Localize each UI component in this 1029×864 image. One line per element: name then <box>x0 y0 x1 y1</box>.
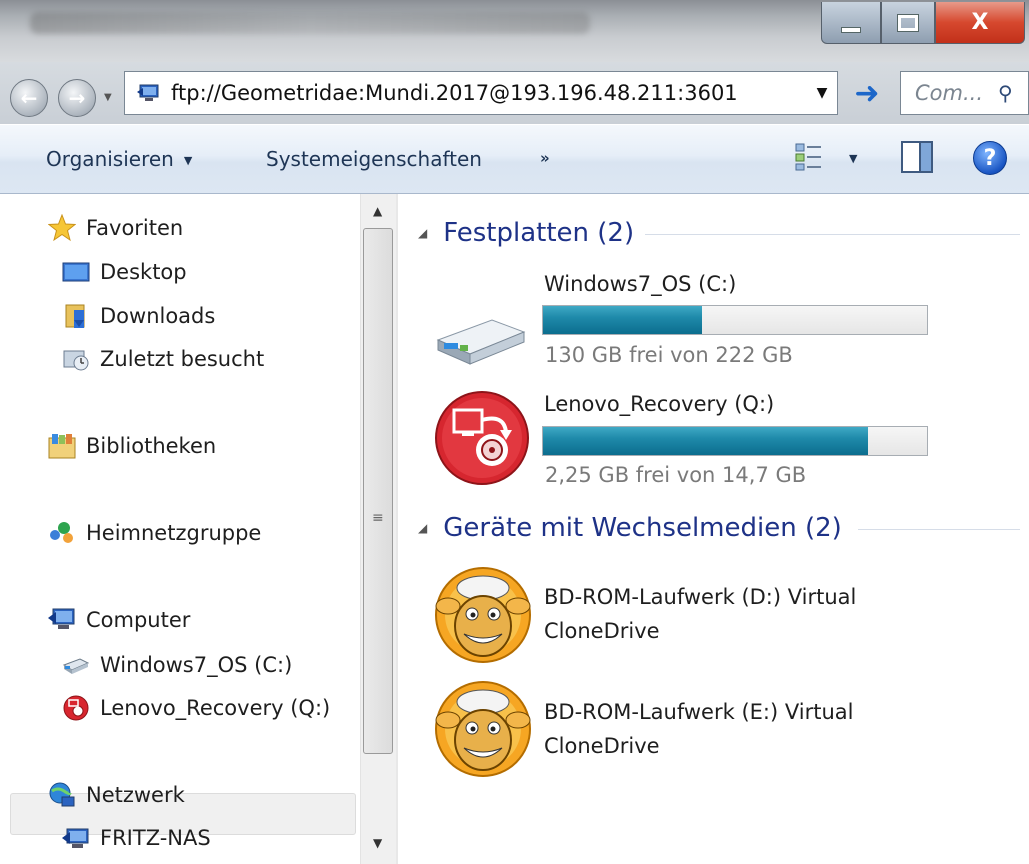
minimize-icon <box>841 26 861 33</box>
preview-pane-icon[interactable] <box>901 141 933 173</box>
forward-button[interactable]: → <box>58 79 96 117</box>
sidebar-item-recent[interactable]: Zuletzt besucht <box>62 339 264 379</box>
view-options-dropdown[interactable]: ▼ <box>849 152 857 165</box>
device-name-line2: CloneDrive <box>544 734 660 758</box>
maximize-icon <box>897 13 919 32</box>
window-controls: X <box>821 2 1025 44</box>
clonedrive-sheep-icon <box>434 680 532 778</box>
sidebar-item-favorites[interactable]: Favoriten <box>47 208 184 248</box>
group-title: Festplatten (2) <box>443 218 635 248</box>
change-view-icon[interactable] <box>794 142 826 172</box>
close-icon: X <box>971 10 989 35</box>
back-button[interactable]: ← <box>10 79 48 117</box>
address-bar[interactable]: ftp://Geometridae:Mundi.2017@193.196.48.… <box>124 71 838 115</box>
scroll-down-arrow-icon[interactable]: ▼ <box>373 836 382 850</box>
address-input[interactable]: ftp://Geometridae:Mundi.2017@193.196.48.… <box>171 81 807 105</box>
star-icon <box>47 213 77 242</box>
navigation-pane: Favoriten Desktop Downloads Zuletzt besu… <box>0 194 360 864</box>
forward-arrow-icon: → <box>68 86 86 110</box>
drive-free-space: 2,25 GB frei von 14,7 GB <box>545 463 807 487</box>
navigation-scrollbar[interactable]: ▲ ≡ ▼ <box>360 194 396 864</box>
scroll-up-arrow-icon[interactable]: ▲ <box>373 204 382 218</box>
sidebar-item-label: Windows7_OS (C:) <box>100 653 293 677</box>
sidebar-item-downloads[interactable]: Downloads <box>62 296 215 336</box>
sidebar-item-label: Favoriten <box>86 216 184 240</box>
organize-label: Organisieren <box>46 147 174 171</box>
homegroup-icon <box>48 519 76 547</box>
recovery-drive-icon <box>62 694 90 722</box>
go-button[interactable]: ➜ <box>842 71 892 115</box>
sidebar-item-label: Lenovo_Recovery (Q:) <box>100 696 331 720</box>
clonedrive-sheep-icon <box>434 566 532 664</box>
collapse-triangle-icon[interactable]: ◢ <box>418 226 427 240</box>
recovery-drive-icon <box>434 390 530 486</box>
sidebar-item-label: Heimnetzgruppe <box>86 521 262 545</box>
libraries-icon <box>48 432 76 460</box>
recent-pages-dropdown[interactable]: ▼ <box>104 92 112 103</box>
device-name-line1: BD-ROM-Laufwerk (D:) Virtual <box>544 585 857 609</box>
sidebar-item-computer[interactable]: Computer <box>48 600 190 640</box>
sidebar-item-label: Computer <box>86 608 191 632</box>
sidebar-item-drive-q[interactable]: Lenovo_Recovery (Q:) <box>62 688 330 728</box>
sidebar-item-label: Zuletzt besucht <box>100 347 265 371</box>
network-computer-icon <box>62 824 90 852</box>
group-title: Geräte mit Wechselmedien (2) <box>443 513 842 543</box>
hard-drive-icon <box>62 651 90 679</box>
sidebar-item-label: FRITZ-NAS <box>100 826 211 850</box>
drive-usage-bar <box>542 305 928 335</box>
hard-drive-icon <box>434 310 526 366</box>
scrollbar-thumb[interactable]: ≡ <box>363 228 393 754</box>
help-icon[interactable]: ? <box>973 141 1007 175</box>
close-button[interactable]: X <box>935 2 1025 44</box>
minimize-button[interactable] <box>821 2 881 44</box>
sidebar-item-label: Desktop <box>100 260 187 284</box>
downloads-folder-icon <box>62 302 90 330</box>
drive-name: Lenovo_Recovery (Q:) <box>544 392 775 416</box>
sidebar-item-label: Netzwerk <box>86 783 185 807</box>
group-header-removable[interactable]: ◢ Geräte mit Wechselmedien (2) <box>418 513 842 543</box>
collapse-triangle-icon[interactable]: ◢ <box>418 521 427 535</box>
device-name: BD-ROM-Laufwerk (D:) Virtual CloneDrive <box>544 580 856 648</box>
grip-icon: ≡ <box>372 510 384 526</box>
sidebar-item-label: Downloads <box>100 304 216 328</box>
command-bar: Organisieren ▼ Systemeigenschaften » <box>0 124 1029 194</box>
blurred-menu-bar <box>30 12 590 34</box>
sidebar-item-drive-c[interactable]: Windows7_OS (C:) <box>62 645 292 685</box>
drive-name: Windows7_OS (C:) <box>544 272 737 296</box>
magnifier-icon[interactable]: ⚲ <box>998 81 1028 105</box>
organize-button[interactable]: Organisieren ▼ <box>46 147 192 171</box>
drive-usage-fill <box>543 427 869 455</box>
sidebar-item-network[interactable]: Netzwerk <box>48 775 185 815</box>
group-separator <box>645 234 1020 235</box>
back-arrow-icon: ← <box>20 86 38 110</box>
device-name-line1: BD-ROM-Laufwerk (E:) Virtual <box>544 700 854 724</box>
search-box[interactable]: Com... ⚲ <box>900 71 1029 115</box>
address-dropdown[interactable]: ▼ <box>807 85 837 101</box>
drive-usage-bar <box>542 426 928 456</box>
desktop-icon <box>62 258 90 286</box>
sidebar-item-homegroup[interactable]: Heimnetzgruppe <box>48 513 261 553</box>
network-globe-icon <box>48 781 76 809</box>
maximize-button[interactable] <box>881 2 935 44</box>
more-commands-button[interactable]: » <box>540 149 550 167</box>
sidebar-item-desktop[interactable]: Desktop <box>62 252 187 292</box>
computer-icon <box>137 84 161 102</box>
device-name-line2: CloneDrive <box>544 619 660 643</box>
go-arrow-icon: ➜ <box>854 75 880 111</box>
sidebar-item-label: Bibliotheken <box>86 434 217 458</box>
chevron-down-icon: ▼ <box>183 154 193 167</box>
pane-divider[interactable] <box>396 194 398 864</box>
drive-usage-fill <box>543 306 703 334</box>
computer-icon <box>48 606 76 634</box>
recent-places-icon <box>62 345 90 373</box>
search-input[interactable]: Com... <box>915 81 998 105</box>
sidebar-item-fritz-nas[interactable]: FRITZ-NAS <box>62 818 211 858</box>
group-separator <box>858 529 1020 530</box>
group-header-hard-drives[interactable]: ◢ Festplatten (2) <box>418 218 634 248</box>
title-bar: X <box>0 0 1029 62</box>
sidebar-item-libraries[interactable]: Bibliotheken <box>48 426 216 466</box>
device-name: BD-ROM-Laufwerk (E:) Virtual CloneDrive <box>544 695 853 763</box>
drive-free-space: 130 GB frei von 222 GB <box>545 343 793 367</box>
system-properties-button[interactable]: Systemeigenschaften <box>266 147 482 171</box>
